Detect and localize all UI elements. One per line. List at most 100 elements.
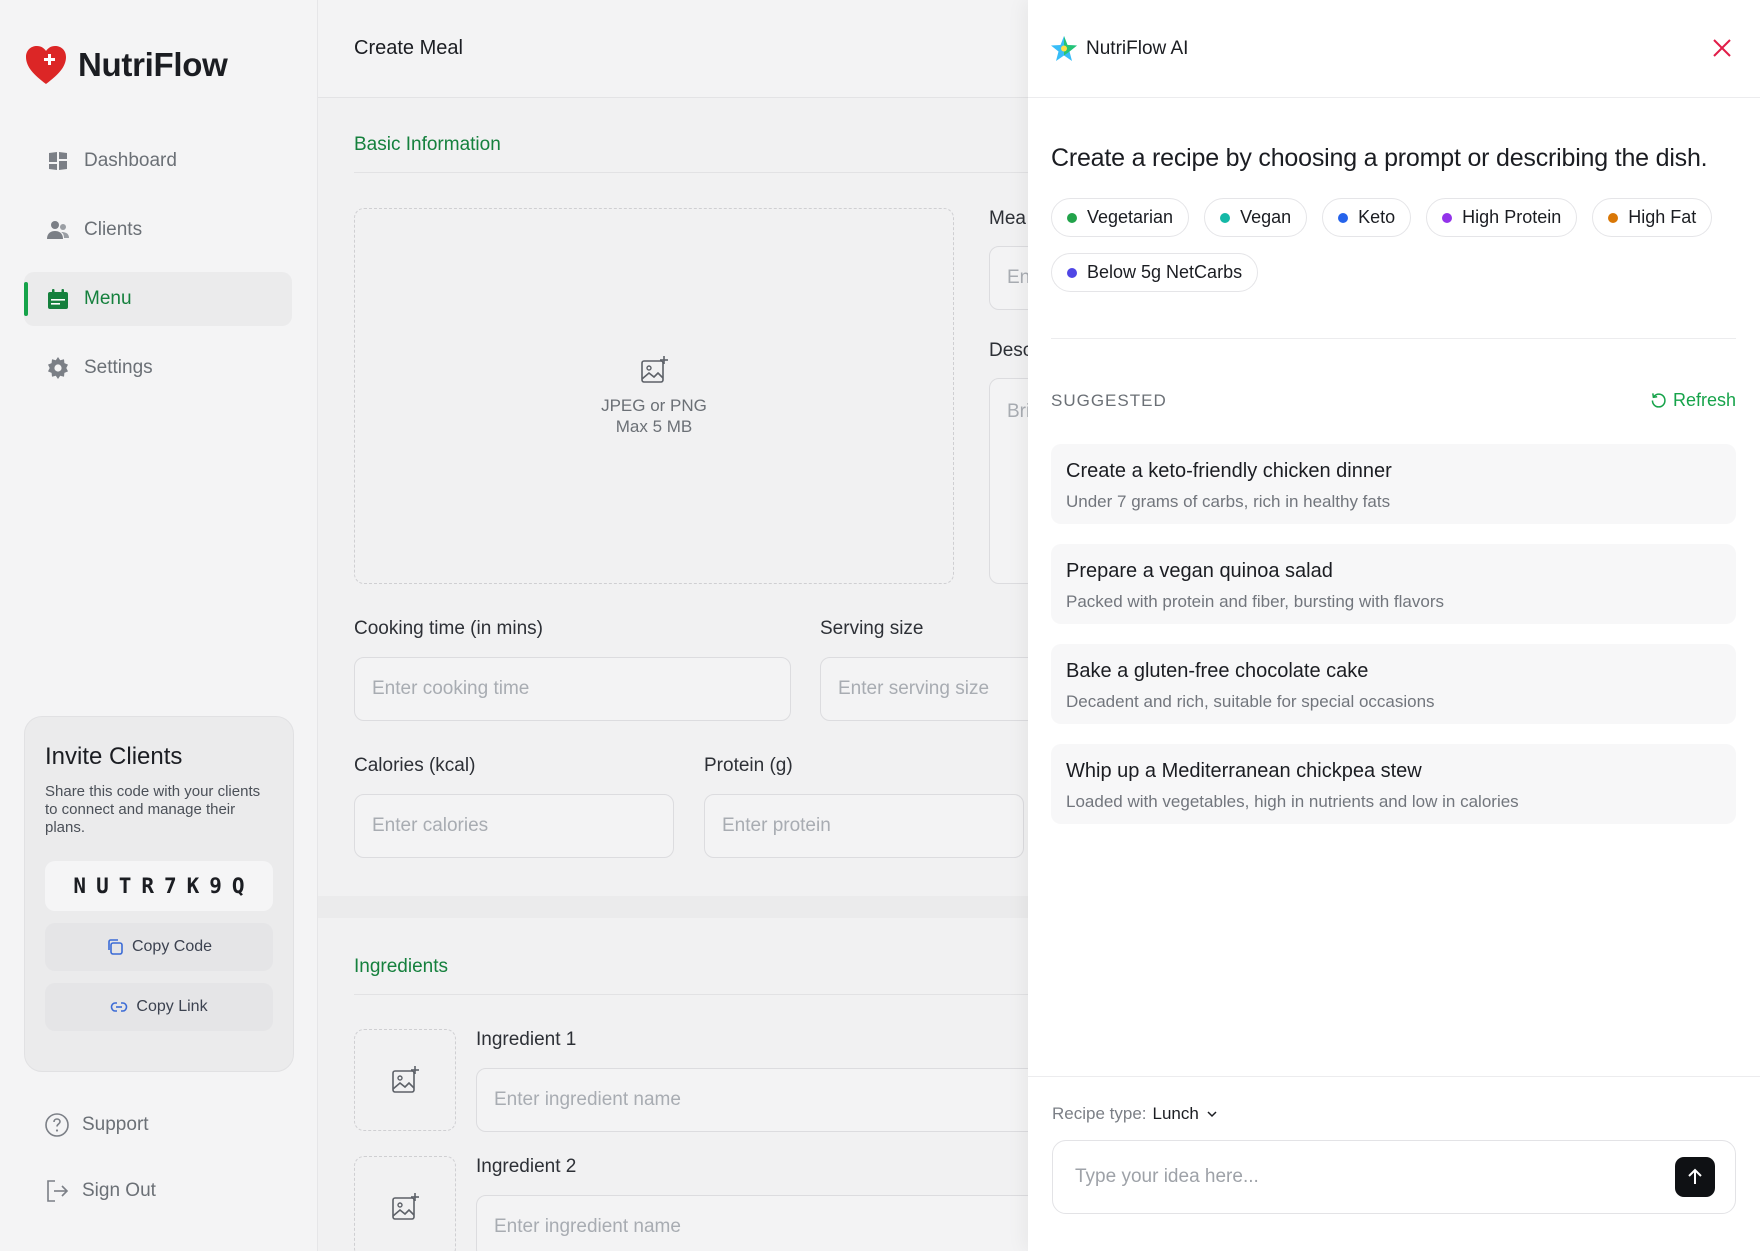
chip-high-fat[interactable]: High Fat: [1592, 198, 1713, 237]
protein-label: Protein (g): [704, 755, 793, 776]
ingredient-1-label: Ingredient 1: [476, 1029, 577, 1050]
chip-dot: [1067, 267, 1077, 278]
copy-link-button[interactable]: Copy Link: [45, 983, 273, 1031]
suggestion-subtitle: Packed with protein and fiber, bursting …: [1066, 592, 1444, 611]
users-icon: [47, 221, 69, 239]
help-icon: [45, 1113, 69, 1137]
chip-dot: [1608, 212, 1619, 223]
page-title: Create Meal: [318, 0, 1028, 98]
refresh-icon: [1651, 393, 1666, 408]
suggestion-card[interactable]: Create a keto-friendly chicken dinner Un…: [1051, 444, 1736, 524]
upload-format-text: JPEG or PNG: [601, 396, 707, 415]
chip-vegan[interactable]: Vegan: [1204, 198, 1308, 237]
ingredient-2-name-input[interactable]: Enter ingredient name: [476, 1195, 1056, 1251]
image-upload-icon: [641, 356, 668, 383]
diet-filter-chips: Vegetarian Vegan Keto High Protein High …: [1051, 198, 1731, 292]
sidebar-item-menu[interactable]: Menu: [24, 272, 292, 326]
sign-out-icon: [47, 1180, 69, 1202]
suggestion-subtitle: Under 7 grams of carbs, rich in healthy …: [1066, 492, 1391, 511]
calories-input[interactable]: Enter calories: [354, 794, 674, 858]
suggestion-subtitle: Loaded with vegetables, high in nutrient…: [1066, 792, 1519, 811]
suggestion-title: Bake a gluten-free chocolate cake: [1066, 660, 1369, 682]
section-separator: [318, 896, 1028, 918]
invite-description: Share this code with your clients to con…: [45, 783, 261, 836]
refresh-button[interactable]: Refresh: [1650, 390, 1736, 411]
support-link[interactable]: Support: [44, 1098, 156, 1152]
description-label: Desc: [989, 340, 1033, 361]
suggestion-list: Create a keto-friendly chicken dinner Un…: [1051, 444, 1736, 844]
ai-panel-header: NutriFlow AI: [1028, 0, 1760, 98]
image-upload-icon: [392, 1193, 419, 1220]
chip-label: High Protein: [1462, 207, 1562, 227]
arrow-up-icon: [1688, 1168, 1702, 1184]
dashboard-icon: [49, 152, 67, 170]
chip-label: Below 5g NetCarbs: [1087, 262, 1243, 282]
recipe-type-label: Recipe type:: [1052, 1104, 1147, 1123]
sidebar-item-label: Menu: [84, 288, 132, 309]
suggestion-card[interactable]: Prepare a vegan quinoa salad Packed with…: [1051, 544, 1736, 624]
copy-link-label: Copy Link: [136, 998, 208, 1015]
chip-label: Vegan: [1240, 207, 1292, 227]
sign-out-link[interactable]: Sign Out: [44, 1164, 156, 1218]
chip-label: High Fat: [1628, 207, 1697, 227]
chip-below-5g-netcarbs[interactable]: Below 5g NetCarbs: [1051, 253, 1259, 292]
invite-clients-card: Invite Clients Share this code with your…: [24, 716, 294, 1072]
chip-dot: [1067, 212, 1077, 223]
sidebar-item-label: Clients: [84, 219, 143, 240]
chip-keto[interactable]: Keto: [1322, 198, 1412, 237]
ingredient-2-image-upload[interactable]: [354, 1156, 456, 1251]
support-label: Support: [82, 1114, 149, 1135]
recipe-type-value: Lunch: [1152, 1104, 1199, 1123]
serving-size-input[interactable]: Enter serving size: [820, 657, 1060, 721]
send-button[interactable]: [1675, 1157, 1715, 1197]
sign-out-label: Sign Out: [82, 1180, 156, 1201]
section-divider: [354, 994, 1028, 995]
sparkle-star-icon: [1051, 35, 1077, 61]
close-icon[interactable]: [1710, 36, 1734, 60]
serving-size-label: Serving size: [820, 618, 924, 639]
chip-high-protein[interactable]: High Protein: [1426, 198, 1578, 237]
sidebar-item-clients[interactable]: Clients: [24, 203, 292, 257]
calendar-icon: [48, 289, 68, 309]
sidebar-item-dashboard[interactable]: Dashboard: [24, 134, 292, 188]
copy-code-button[interactable]: Copy Code: [45, 923, 273, 971]
suggestion-card[interactable]: Whip up a Mediterranean chickpea stew Lo…: [1051, 744, 1736, 824]
chip-vegetarian[interactable]: Vegetarian: [1051, 198, 1190, 237]
heart-logo-icon: [26, 46, 66, 84]
sidebar-item-label: Dashboard: [84, 150, 177, 171]
chip-label: Vegetarian: [1087, 207, 1174, 227]
ingredient-1-image-upload[interactable]: [354, 1029, 456, 1131]
ingredients-title: Ingredients: [354, 956, 449, 977]
suggestion-subtitle: Decadent and rich, suitable for special …: [1066, 692, 1435, 711]
copy-icon: [108, 939, 123, 955]
nutriflow-ai-panel: NutriFlow AI Create a recipe by choosing…: [1028, 0, 1760, 1251]
chip-dot: [1220, 212, 1231, 223]
sidebar-item-settings[interactable]: Settings: [24, 341, 292, 395]
ai-panel-title: NutriFlow AI: [1086, 37, 1189, 59]
ai-prompt-heading: Create a recipe by choosing a prompt or …: [1051, 144, 1708, 172]
chevron-down-icon: [1207, 1111, 1217, 1118]
recipe-type-select[interactable]: Recipe type: Lunch: [1052, 1104, 1219, 1124]
image-upload-dropzone[interactable]: JPEG or PNG Max 5 MB: [354, 208, 954, 584]
sidebar-item-label: Settings: [84, 357, 153, 378]
cooking-time-label: Cooking time (in mins): [354, 618, 543, 639]
protein-input[interactable]: Enter protein: [704, 794, 1024, 858]
suggestion-title: Create a keto-friendly chicken dinner: [1066, 460, 1392, 482]
copy-code-label: Copy Code: [131, 938, 213, 955]
suggestion-title: Whip up a Mediterranean chickpea stew: [1066, 760, 1422, 782]
link-icon: [111, 1002, 128, 1012]
suggestion-card[interactable]: Bake a gluten-free chocolate cake Decade…: [1051, 644, 1736, 724]
image-upload-icon: [392, 1066, 419, 1093]
chip-label: Keto: [1358, 207, 1396, 227]
logo-text: NutriFlow: [78, 46, 228, 83]
calories-label: Calories (kcal): [354, 755, 476, 776]
logo[interactable]: NutriFlow: [24, 44, 228, 86]
ingredient-1-name-input[interactable]: Enter ingredient name: [476, 1068, 1056, 1132]
panel-divider: [1051, 338, 1736, 339]
idea-input[interactable]: Type your idea here...: [1052, 1140, 1736, 1214]
ingredient-2-label: Ingredient 2: [476, 1156, 577, 1177]
chip-dot: [1338, 212, 1349, 223]
sidebar: NutriFlow Dashboard Clients Menu Setting…: [0, 0, 318, 1251]
cooking-time-input[interactable]: Enter cooking time: [354, 657, 791, 721]
idea-input-placeholder: Type your idea here...: [1075, 1166, 1259, 1187]
